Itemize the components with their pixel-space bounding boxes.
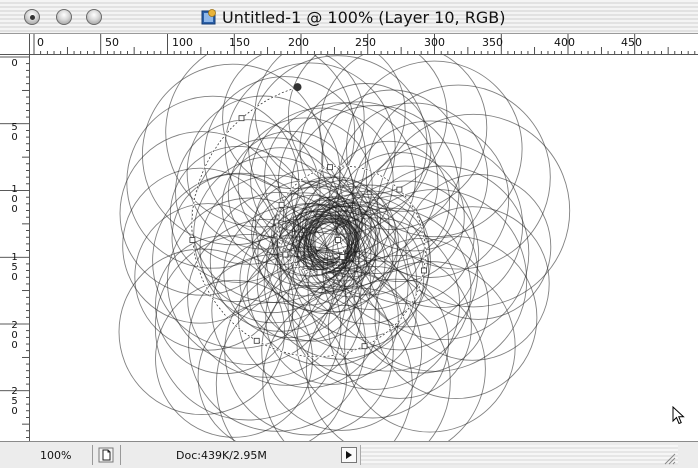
- title-bar[interactable]: Untitled-1 @ 100% (Layer 10, RGB): [0, 0, 698, 34]
- ruler-label: 450: [621, 36, 642, 49]
- horizontal-ruler[interactable]: 0 50 100 150 200 250 300 350 400 450: [30, 34, 698, 55]
- document-window: Untitled-1 @ 100% (Layer 10, RGB) 0 50 1…: [0, 0, 698, 468]
- resize-grip-icon[interactable]: [662, 451, 676, 465]
- photoshop-document-icon: [201, 9, 216, 25]
- ruler-label: 350: [482, 36, 503, 49]
- ruler-label: 250: [11, 386, 18, 417]
- ruler-label: 300: [424, 36, 445, 49]
- status-divider: [92, 445, 93, 465]
- vertical-ruler-ticks: [0, 56, 29, 438]
- ruler-label: 200: [11, 320, 18, 351]
- ruler-label: 150: [229, 36, 250, 49]
- ruler-label: 50: [11, 122, 18, 143]
- minimize-button-icon[interactable]: [56, 9, 72, 25]
- ruler-label: 250: [355, 36, 376, 49]
- overlapping-circles: [118, 55, 571, 441]
- horizontal-scrollbar[interactable]: [360, 445, 678, 465]
- window-title: Untitled-1 @ 100% (Layer 10, RGB): [222, 7, 506, 27]
- ruler-label: 0: [37, 36, 44, 49]
- status-divider: [120, 445, 121, 465]
- ruler-label: 100: [11, 184, 18, 215]
- ruler-origin[interactable]: [0, 34, 30, 55]
- arrow-cursor-icon: [672, 406, 685, 425]
- window-title-group: Untitled-1 @ 100% (Layer 10, RGB): [200, 6, 505, 28]
- zoom-button-icon[interactable]: [86, 9, 102, 25]
- ruler-label: 0: [11, 58, 18, 69]
- ruler-label: 400: [554, 36, 575, 49]
- document-size: Doc:439K/2.95M: [176, 449, 267, 462]
- close-button-icon[interactable]: [24, 9, 40, 25]
- image-canvas[interactable]: [30, 55, 698, 441]
- page-icon[interactable]: [98, 447, 114, 463]
- vertical-ruler[interactable]: 0 50 100 150 200 250: [0, 55, 30, 441]
- ruler-label: 50: [105, 36, 119, 49]
- status-bar: 100% Doc:439K/2.95M: [0, 441, 698, 468]
- spirograph-artwork: [118, 55, 571, 441]
- ruler-label: 100: [172, 36, 193, 49]
- zoom-level[interactable]: 100%: [40, 449, 71, 462]
- ruler-label: 150: [11, 252, 18, 283]
- triangle-right-icon[interactable]: [341, 447, 357, 463]
- ruler-label: 200: [288, 36, 309, 49]
